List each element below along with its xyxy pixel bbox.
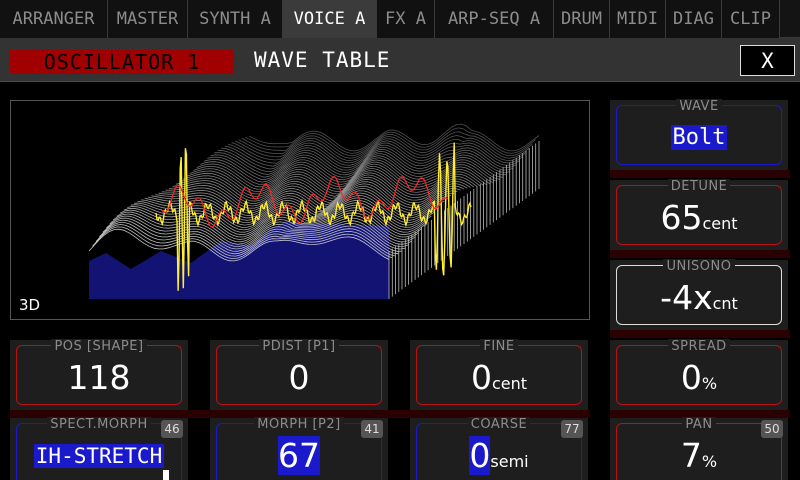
morph-label: MORPH [P2] (254, 417, 344, 432)
display-mode-label: 3D (19, 296, 41, 314)
wavetable-graphic (88, 123, 540, 299)
coarse-param[interactable]: COARSE 77 0semi (410, 417, 588, 480)
wave-value: Bolt (670, 125, 728, 150)
page-header: OSCILLATOR 1 WAVE TABLE X (0, 38, 800, 82)
pdist-value: 0 (288, 358, 310, 397)
divider (610, 250, 790, 258)
tab-synth-a[interactable]: SYNTH A (188, 0, 283, 38)
pan-unit: % (701, 452, 718, 471)
spect-morph-param[interactable]: SPECT.MORPH 46 IH-STRETCH (10, 417, 188, 480)
fine-unit: cent (491, 374, 528, 393)
tab-arp-seq-a[interactable]: ARP-SEQ A (435, 0, 554, 38)
unisono-value: -4x (660, 278, 713, 317)
spect-morph-value: IH-STRETCH (33, 444, 165, 468)
tab-master[interactable]: MASTER (108, 0, 188, 38)
spect-morph-label: SPECT.MORPH (47, 417, 151, 432)
morph-value: 67 (278, 436, 320, 475)
spread-unit: % (701, 374, 718, 393)
spread-param[interactable]: SPREAD 0% (610, 339, 788, 410)
detune-param[interactable]: DETUNE 65cent (610, 179, 788, 250)
detune-unit: cent (702, 214, 738, 233)
morph-cc-badge: 41 (361, 420, 383, 438)
wavetable-3d-display[interactable]: 3D (10, 100, 590, 320)
wave-label: WAVE (676, 99, 722, 114)
tab-clip[interactable]: CLIP (722, 0, 780, 38)
coarse-value: 0 (469, 436, 491, 475)
pdist-param[interactable]: PDIST [P1] 0 (210, 339, 388, 410)
pan-label: PAN (682, 417, 716, 432)
morph-param[interactable]: MORPH [P2] 41 67 (210, 417, 388, 480)
unisono-label: UNISONO (663, 259, 735, 274)
tab-drum[interactable]: DRUM (554, 0, 610, 38)
tab-arranger[interactable]: ARRANGER (0, 0, 108, 38)
tab-midi[interactable]: MIDI (610, 0, 666, 38)
tab-bar: ARRANGER MASTER SYNTH A VOICE A FX A ARP… (0, 0, 800, 38)
fine-value: 0 (470, 358, 492, 397)
detune-label: DETUNE (667, 179, 731, 194)
fine-label: FINE (480, 339, 518, 354)
tab-fx-a[interactable]: FX A (377, 0, 435, 38)
pan-value: 7 (680, 436, 702, 475)
page-title: WAVE TABLE (254, 48, 391, 72)
pos-label: POS [SHAPE] (51, 339, 147, 354)
spread-label: SPREAD (668, 339, 730, 354)
coarse-unit: semi (490, 452, 529, 471)
coarse-cc-badge: 77 (561, 420, 583, 438)
wave-param[interactable]: WAVE Bolt (610, 99, 788, 170)
tab-voice-a[interactable]: VOICE A (283, 0, 377, 38)
tab-diag[interactable]: DIAG (666, 0, 722, 38)
fine-param[interactable]: FINE 0cent (410, 339, 588, 410)
unisono-unit: cnt (712, 294, 738, 313)
unisono-param[interactable]: UNISONO -4xcnt (610, 259, 788, 330)
close-button[interactable]: X (740, 45, 795, 76)
spread-value: 0 (680, 358, 702, 397)
pdist-label: PDIST [P1] (259, 339, 339, 354)
detune-value: 65 (660, 198, 703, 237)
pan-param[interactable]: PAN 50 7% (610, 417, 788, 480)
coarse-label: COARSE (467, 417, 531, 432)
pos-value: 118 (67, 358, 131, 397)
oscillator-select-button[interactable]: OSCILLATOR 1 (10, 50, 234, 74)
divider (610, 170, 790, 178)
divider (610, 330, 790, 338)
pos-shape-param[interactable]: POS [SHAPE] 118 (10, 339, 188, 410)
spect-morph-cc-badge: 46 (161, 420, 183, 438)
pan-cc-badge: 50 (761, 420, 783, 438)
text-cursor (163, 470, 169, 480)
